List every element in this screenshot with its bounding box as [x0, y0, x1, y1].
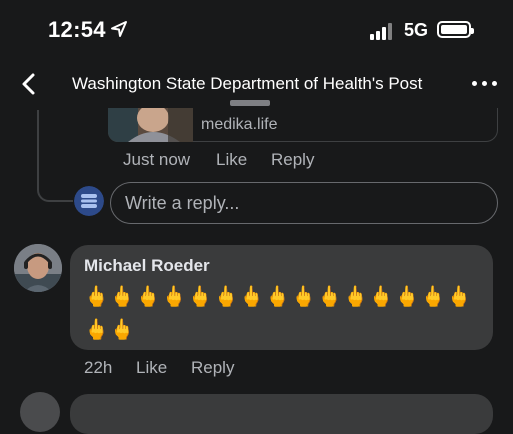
link-title-clipped [230, 100, 270, 106]
thread-connector [37, 110, 73, 202]
ellipsis-icon[interactable] [470, 72, 500, 94]
comment-text-line-2: 🖕🖕 [84, 319, 136, 341]
avatar [74, 186, 104, 216]
link-domain: medika.life [201, 116, 278, 133]
comment-bubble[interactable] [70, 394, 493, 434]
signal-bars-icon [370, 22, 396, 40]
battery-icon [437, 21, 474, 38]
comment-timestamp: 22h [84, 358, 113, 377]
reply-button[interactable]: Reply [191, 358, 234, 378]
reply-button[interactable]: Reply [271, 150, 314, 170]
reply-input[interactable]: Write a reply... [110, 182, 498, 224]
like-button[interactable]: Like [136, 358, 167, 378]
status-bar: 12:54 5G [0, 0, 513, 62]
page-title: Washington State Department of Health's … [72, 74, 423, 93]
link-thumbnail-image [108, 108, 193, 142]
comment-text-line-1: 🖕🖕🖕🖕🖕🖕🖕🖕🖕🖕🖕🖕🖕🖕🖕 [84, 286, 473, 308]
avatar[interactable] [20, 392, 60, 432]
location-arrow-icon [111, 21, 127, 37]
reply-input-placeholder: Write a reply... [125, 193, 240, 213]
network-label: 5G [404, 20, 429, 40]
comment-author[interactable]: Michael Roeder [84, 256, 210, 276]
reply-timestamp: Just now [123, 150, 191, 169]
avatar[interactable] [14, 244, 62, 292]
chevron-left-icon[interactable] [14, 68, 46, 100]
status-time: 12:54 [48, 17, 106, 42]
like-button[interactable]: Like [216, 150, 247, 170]
